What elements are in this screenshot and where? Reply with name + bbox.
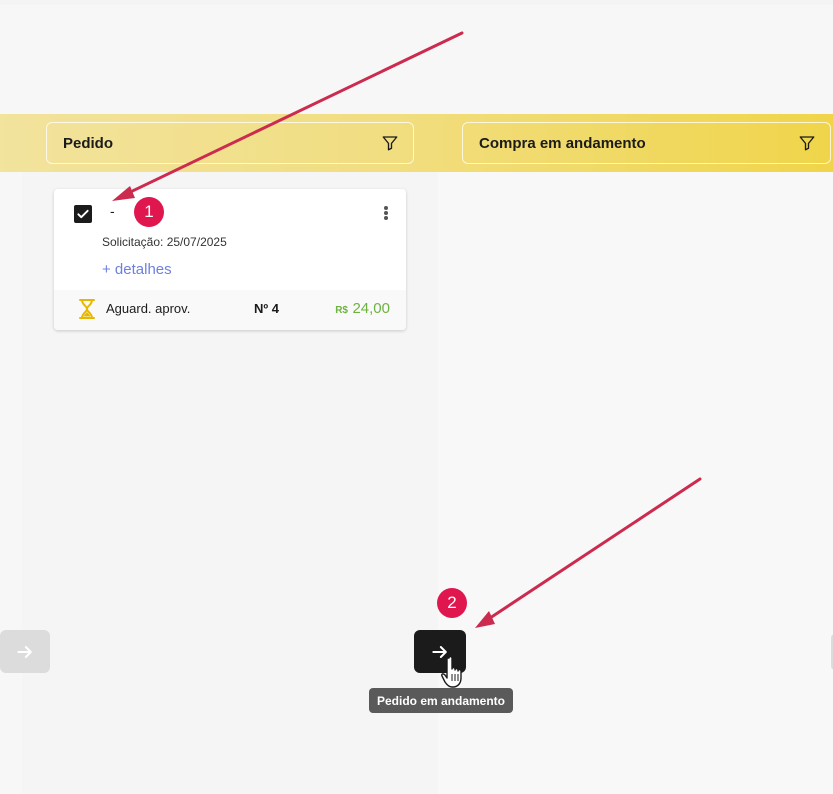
column-title: Pedido xyxy=(63,134,114,152)
order-card-footer: Aguard. aprov. Nº 4 R$ 24,00 xyxy=(54,290,406,330)
order-name: - xyxy=(110,203,115,219)
order-status: Aguard. aprov. xyxy=(106,301,191,316)
order-request-date: Solicitação: 25/07/2025 xyxy=(102,235,227,249)
column-title: Compra em andamento xyxy=(479,134,646,152)
previous-stage-button[interactable] xyxy=(0,630,50,673)
price-currency: R$ xyxy=(335,305,348,316)
column-header-compra: Compra em andamento xyxy=(462,122,831,164)
order-details-link[interactable]: + detalhes xyxy=(102,261,172,278)
annotation-badge-2: 2 xyxy=(437,588,467,618)
advance-stage-tooltip: Pedido em andamento xyxy=(369,688,513,713)
more-vertical-icon[interactable] xyxy=(380,203,392,223)
hourglass-icon xyxy=(79,299,95,319)
order-number: Nº 4 xyxy=(254,301,279,316)
columns-header-band: Pedido Compra em andamento xyxy=(0,114,833,172)
column-header-pedido: Pedido xyxy=(46,122,414,164)
check-icon xyxy=(77,209,89,219)
order-checkbox[interactable] xyxy=(74,205,92,223)
filter-icon[interactable] xyxy=(381,134,399,152)
price-amount: 24,00 xyxy=(352,300,390,317)
annotation-badge-1: 1 xyxy=(134,197,164,227)
arrow-right-icon xyxy=(17,645,32,658)
order-price: R$ 24,00 xyxy=(335,300,390,318)
hand-cursor-icon xyxy=(441,655,462,688)
filter-icon[interactable] xyxy=(798,134,816,152)
order-card[interactable]: - Solicitação: 25/07/2025 + detalhes Agu… xyxy=(54,189,406,330)
